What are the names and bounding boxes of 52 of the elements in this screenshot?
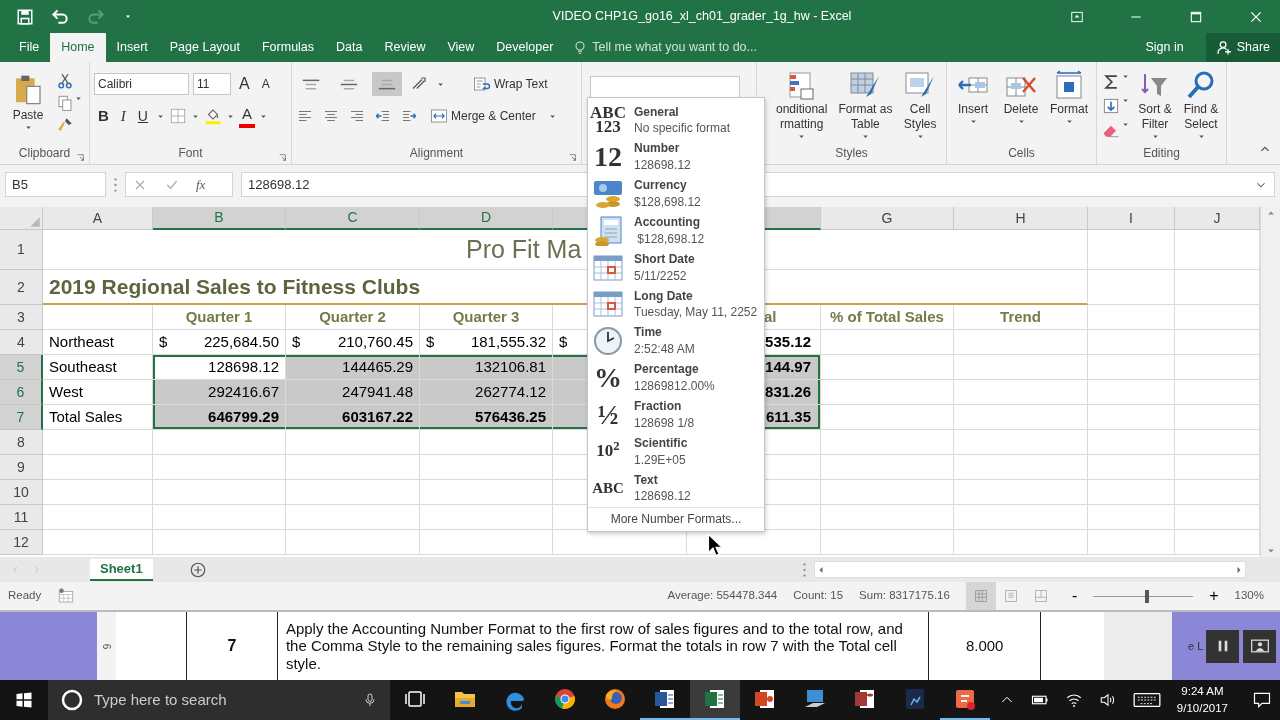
status-average: Average: 554478.344 xyxy=(667,588,778,604)
step-number: 7 xyxy=(227,636,237,656)
status-sum: Sum: 8317175.16 xyxy=(859,588,950,604)
format-name: Number xyxy=(634,140,681,158)
zoom-level: 130% xyxy=(1234,588,1264,604)
format-example: 128698.12 xyxy=(634,488,691,506)
format-glyph: 10$^{2}$ xyxy=(596,444,620,459)
status-text: Ready xyxy=(8,588,42,604)
format-example: 2:52:48 AM xyxy=(634,341,695,358)
window-title: VIDEO CHP1G_go16_xl_ch01_grader_1g_hw - Excel xyxy=(551,8,853,26)
format-example: $128,698.12 xyxy=(634,194,701,211)
format-example: Tuesday, May 11, 2252 xyxy=(634,304,758,322)
side-text: e L xyxy=(1188,638,1202,654)
format-name: Fraction xyxy=(634,397,683,415)
group-label: Alignment xyxy=(409,146,464,160)
format-name: Accounting xyxy=(634,214,701,231)
format-glyph: ½ xyxy=(597,402,619,427)
format-example: 5/11/2252 xyxy=(634,267,688,285)
format-glyph: % xyxy=(594,366,622,390)
group-label: Clipboard xyxy=(18,146,71,160)
format-example: 12869812.00% xyxy=(634,377,715,395)
format-name: Time xyxy=(634,324,663,342)
format-example: 128698 1/8 xyxy=(634,414,695,432)
format-example: 128698.12 xyxy=(634,157,691,174)
group-label: Font xyxy=(178,146,203,160)
format-example: $128,698.12 xyxy=(636,230,705,248)
currency-symbol: $ xyxy=(426,331,435,352)
ruler-number: 6 xyxy=(100,643,113,649)
group-label: Cells xyxy=(1008,146,1035,160)
points-value: 8.000 xyxy=(965,635,1004,656)
format-name: Scientific xyxy=(634,434,688,452)
format-glyph: 12 xyxy=(594,145,622,170)
format-name: Short Date xyxy=(634,250,695,268)
currency-symbol: $ xyxy=(292,331,301,352)
cell-text: 181,555.32 xyxy=(470,331,546,352)
cell-text: 210,760.45 xyxy=(337,331,413,352)
instruction-text: Apply the Accounting Number Format to the first row of sales figures and to the total row, and the Comma Style to the remaining sales figures. Format the totals in row 7 with the Total cell style. xyxy=(285,620,904,672)
cell-text: 225,684.50 xyxy=(203,331,279,352)
format-glyph: ABC 123 xyxy=(590,105,626,135)
group-label: Styles xyxy=(835,146,868,160)
format-name: Percentage xyxy=(634,361,700,378)
format-name: Text xyxy=(634,471,659,489)
format-glyph: ABC xyxy=(592,482,624,495)
group-label: Editing xyxy=(1143,146,1180,160)
format-name: Long Date xyxy=(634,287,694,305)
currency-symbol: $ xyxy=(559,331,568,352)
format-name: Currency xyxy=(634,177,688,194)
format-name: General xyxy=(634,103,680,121)
format-example: 1.29E+05 xyxy=(634,451,687,469)
format-example: No specific format xyxy=(634,120,731,138)
status-count: Count: 15 xyxy=(793,588,844,604)
currency-symbol: $ xyxy=(159,331,168,352)
